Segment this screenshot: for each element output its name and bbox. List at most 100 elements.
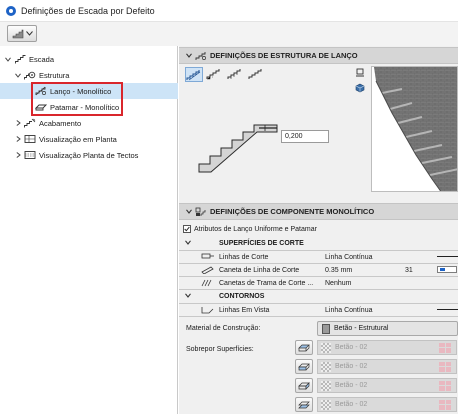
material-swatch-icon: [322, 323, 330, 334]
cut-surfaces-header[interactable]: SUPERFÍCIES DE CORTE: [179, 237, 458, 249]
tree-item-escada[interactable]: Escada: [0, 51, 178, 67]
section-view-icon: [356, 68, 364, 77]
floor-plan-icon: [24, 134, 36, 144]
surface-override-toggle[interactable]: [295, 359, 313, 374]
stair-type-4-button[interactable]: [248, 67, 266, 82]
chevron-down-icon[interactable]: [185, 52, 193, 60]
override-surfaces-label: Sobrepor Superfícies:: [186, 345, 254, 353]
surface-override-field[interactable]: Betão - 02: [317, 397, 457, 412]
surface-override-row: Betão - 02: [295, 396, 458, 413]
chevron-right-icon[interactable]: [14, 135, 22, 143]
grid-pin-icon: [439, 342, 451, 353]
cut-pen-row[interactable]: Caneta de Linha de Corte 0.35 mm 31: [179, 264, 458, 276]
ceiling-plan-icon: [24, 150, 36, 160]
cut-lines-row[interactable]: Linhas de Corte Linha Contínua: [179, 251, 458, 263]
stair-type-3-icon: [227, 69, 241, 79]
window-title: Definições de Escada por Defeito: [21, 5, 155, 16]
pen-icon: [201, 266, 214, 274]
structure-section-header[interactable]: DEFINIÇÕES DE ESTRUTURA DE LANÇO: [179, 47, 458, 64]
favorites-button[interactable]: [7, 25, 37, 42]
surface-override-field[interactable]: Betão - 02: [317, 378, 457, 393]
surface-override-value: Betão - 02: [335, 344, 368, 351]
chevron-down-icon[interactable]: [185, 239, 191, 247]
chevron-down-icon[interactable]: [14, 71, 22, 79]
tree-item-estrutura[interactable]: Estrutura: [0, 67, 178, 83]
stair-type-2-button[interactable]: [206, 67, 224, 82]
surface-side-icon: [298, 363, 310, 370]
pen-number: 31: [405, 266, 413, 274]
view-lines-value: Linha Contínua: [325, 306, 373, 314]
pen-color-swatch[interactable]: [437, 266, 457, 273]
uniform-attributes-checkbox[interactable]: [183, 225, 191, 233]
settings-tree: Escada Estrutura Lanço - Monolítico Pata…: [0, 46, 178, 414]
hatch-pens-value: Nenhum: [325, 279, 352, 287]
cut-line-icon: [201, 253, 214, 259]
material-selector[interactable]: Betão - Estrutural: [317, 321, 458, 336]
surface-edge-icon: [298, 381, 310, 390]
stair-type-4-icon: [248, 69, 262, 79]
hatch-pens-row[interactable]: Canetas de Trama de Corte ... Nenhum: [179, 277, 458, 289]
contours-header[interactable]: CONTORNOS: [179, 290, 458, 302]
stair-tool-icon: [12, 29, 23, 39]
tree-item-label: Escada: [29, 54, 55, 64]
hatch-pens-label: Canetas de Trama de Corte ...: [219, 279, 314, 287]
structure-gear-icon: [24, 70, 36, 80]
surface-override-value: Betão - 02: [335, 401, 368, 408]
surface-swatch-icon: [321, 399, 331, 410]
grid-pin-icon: [439, 399, 451, 410]
tree-item-label: Visualização em Planta: [39, 134, 117, 144]
line-type-sample: [437, 256, 458, 257]
plan-view-button[interactable]: [355, 68, 365, 78]
surface-override-row: Betão - 02: [295, 358, 458, 375]
surface-swatch-icon: [321, 380, 331, 391]
material-value: Betão - Estrutural: [334, 325, 389, 332]
surface-override-field[interactable]: Betão - 02: [317, 340, 457, 355]
archicad-logo-icon: [6, 5, 16, 16]
view-lines-row[interactable]: Linhas Em Vista Linha Contínua: [179, 304, 458, 316]
stair-3d-preview-image: [374, 67, 457, 191]
tree-item-label: Estrutura: [39, 70, 70, 80]
tree-item-label: Visualização Planta de Tectos: [39, 150, 139, 160]
3d-preview[interactable]: [371, 66, 458, 192]
view-lines-label: Linhas Em Vista: [219, 306, 270, 314]
chevron-down-icon: [25, 31, 33, 36]
finish-icon: [24, 118, 36, 128]
section-title: DEFINIÇÕES DE COMPONENTE MONOLÍTICO: [210, 207, 375, 216]
material-label: Material de Construção:: [186, 325, 261, 332]
surface-override-field[interactable]: Betão - 02: [317, 359, 457, 374]
3d-view-button[interactable]: [355, 83, 365, 93]
3d-view-icon: [355, 83, 365, 93]
chevron-down-icon[interactable]: [185, 292, 191, 300]
tree-item-visualizacao-planta[interactable]: Visualização em Planta: [0, 131, 178, 147]
stair-icon: [14, 54, 26, 64]
surface-bottom-icon: [298, 401, 310, 408]
surface-override-row: Betão - 02: [295, 377, 458, 394]
tree-item-visualizacao-tectos[interactable]: Visualização Planta de Tectos: [0, 147, 178, 163]
surface-override-toggle[interactable]: [295, 378, 313, 393]
flight-thickness-input[interactable]: 0,200: [281, 130, 329, 143]
chevron-right-icon[interactable]: [14, 119, 22, 127]
stair-type-3-button[interactable]: [227, 67, 245, 82]
tree-item-label: Acabamento: [39, 118, 82, 128]
surface-override-toggle[interactable]: [295, 397, 313, 412]
tree-item-acabamento[interactable]: Acabamento: [0, 115, 178, 131]
cut-surfaces-title: SUPERFÍCIES DE CORTE: [219, 239, 304, 247]
chevron-down-icon[interactable]: [185, 208, 193, 216]
surface-override-value: Betão - 02: [335, 363, 368, 370]
uniform-attributes-row: Atributos de Lanço Uniforme e Patamar: [183, 223, 458, 235]
stair-type-2-icon: [206, 69, 220, 80]
checkmark-icon: [184, 226, 190, 232]
component-section-header[interactable]: DEFINIÇÕES DE COMPONENTE MONOLÍTICO: [179, 203, 458, 220]
stair-type-1-button[interactable]: [185, 67, 203, 82]
chevron-down-icon[interactable]: [4, 55, 12, 63]
cut-lines-value: Linha Contínua: [325, 253, 373, 261]
surface-override-toggle[interactable]: [295, 340, 313, 355]
flight-structure-icon: [195, 51, 207, 61]
chevron-right-icon[interactable]: [14, 151, 22, 159]
grid-pin-icon: [439, 361, 451, 372]
title-bar: Definições de Escada por Defeito: [0, 0, 458, 22]
material-row: Material de Construção: Betão - Estrutur…: [179, 321, 458, 336]
surface-swatch-icon: [321, 342, 331, 353]
view-line-icon: [201, 307, 214, 314]
stair-section-preview: [198, 124, 278, 173]
